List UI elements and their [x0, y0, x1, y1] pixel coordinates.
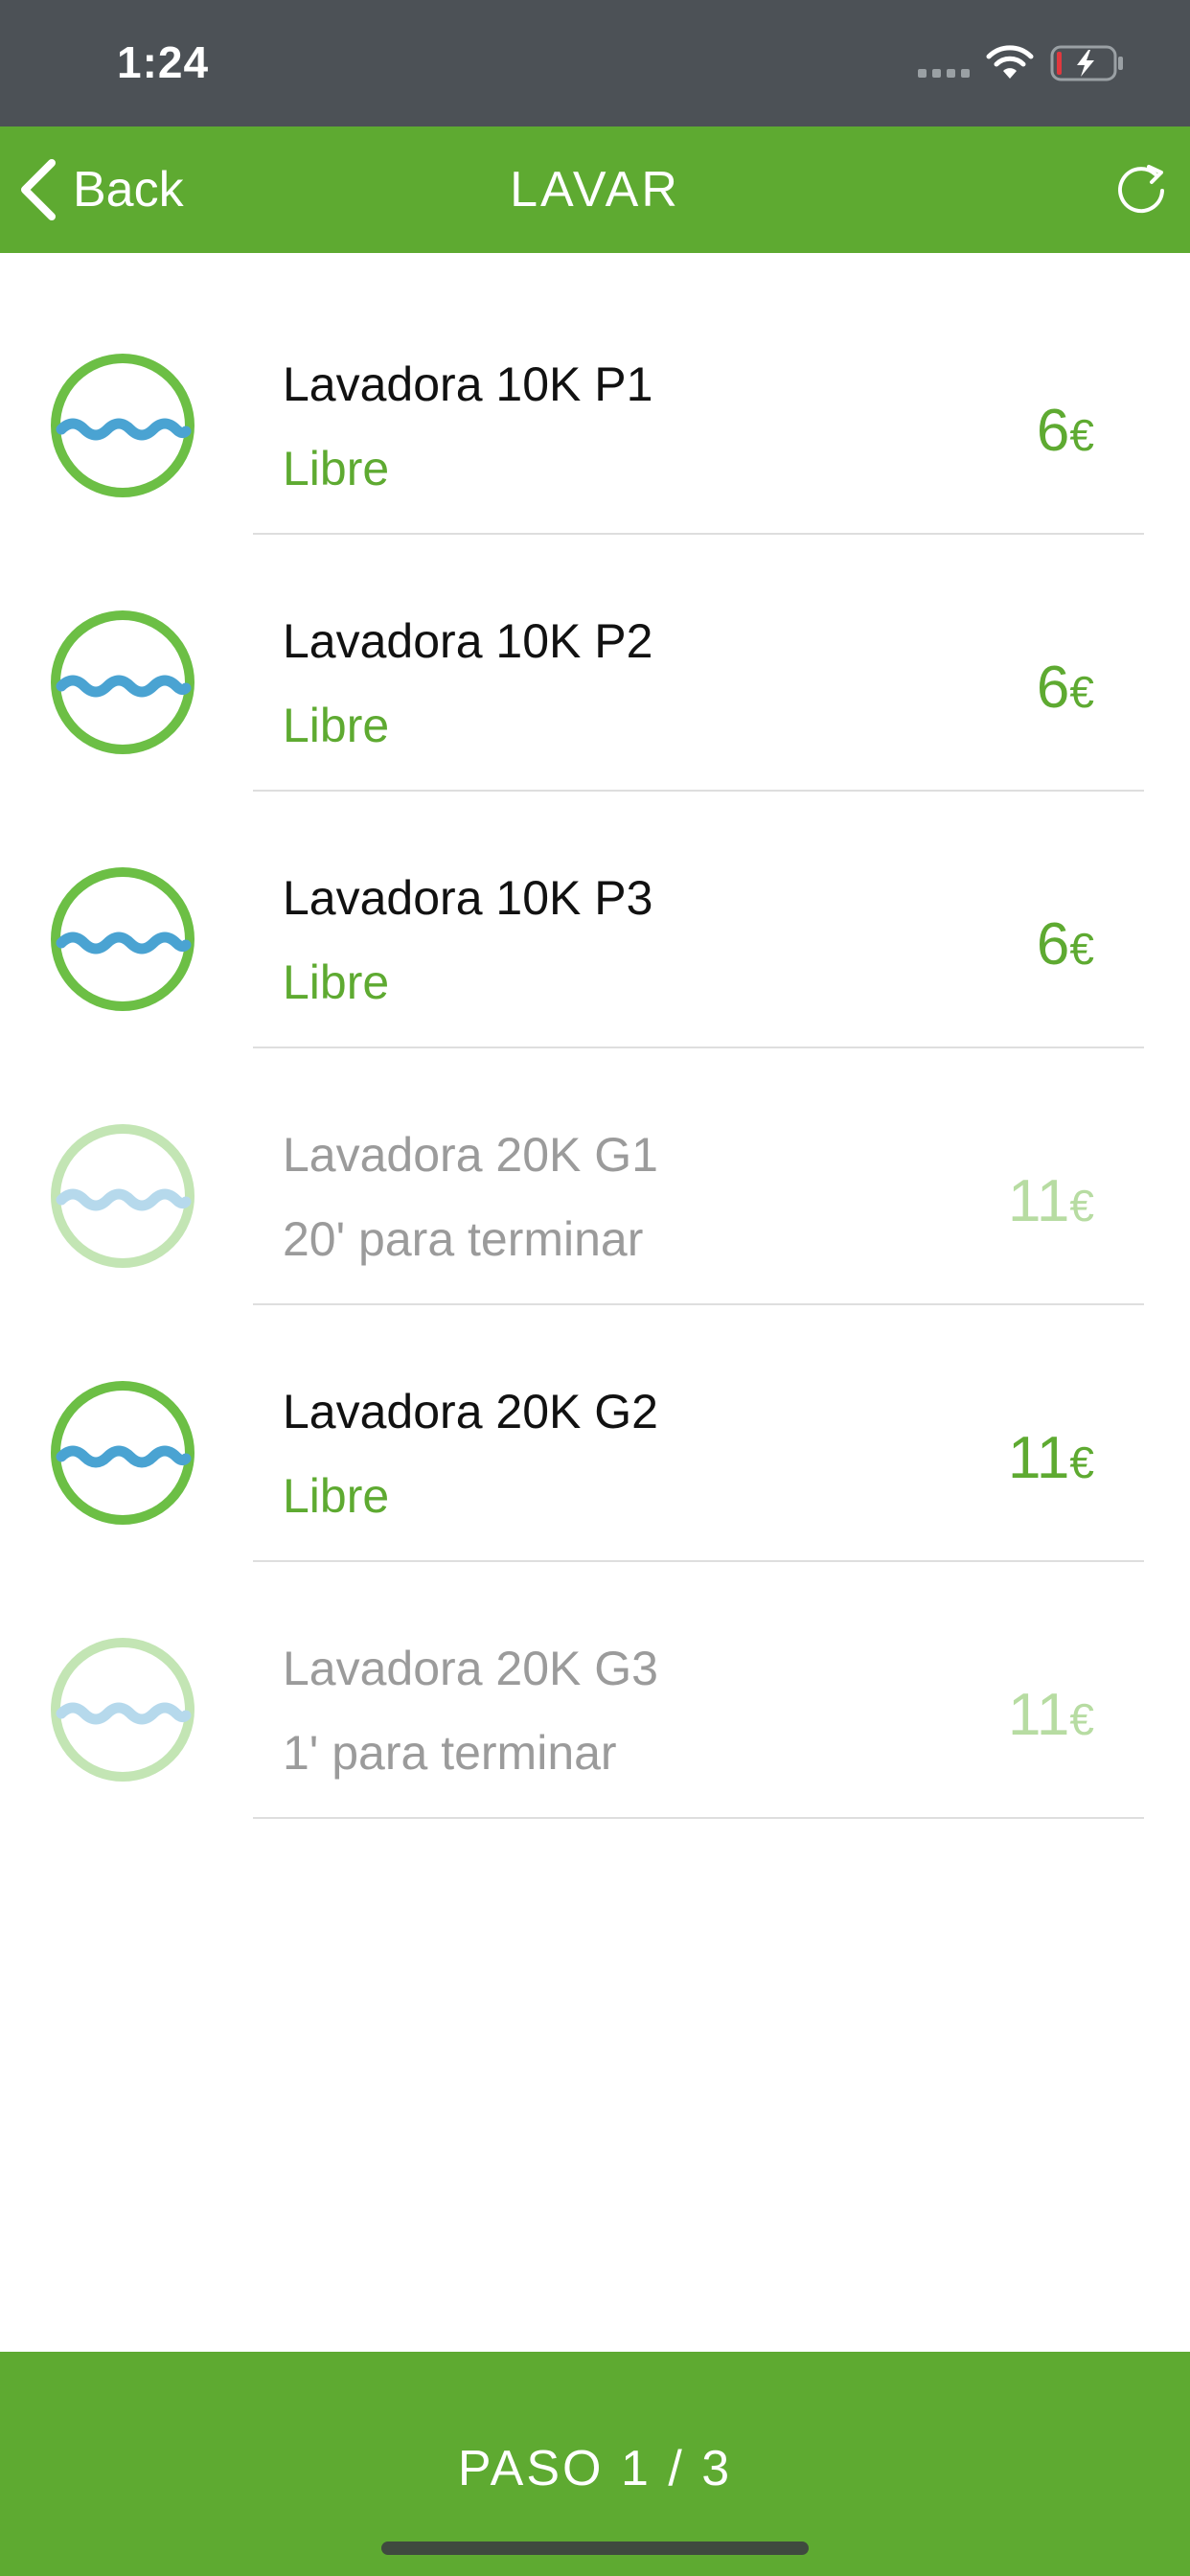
machine-name: Lavadora 20K G3: [283, 1642, 658, 1695]
washing-machine-icon: [51, 1638, 195, 1782]
navigation-bar: Back LAVAR: [0, 126, 1190, 253]
machine-status: Libre: [283, 699, 390, 752]
machine-price: 11€: [1008, 1681, 1094, 1749]
machine-price: 11€: [1008, 1424, 1094, 1492]
price-value: 6: [1036, 911, 1070, 978]
washing-machine-icon: [51, 867, 195, 1011]
currency-symbol: €: [1069, 1694, 1094, 1744]
machine-name: Lavadora 10K P2: [283, 614, 653, 668]
machine-price: 11€: [1008, 1167, 1094, 1235]
machine-status: Libre: [283, 955, 390, 1009]
list-item[interactable]: Lavadora 10K P3 Libre 6€: [0, 767, 1190, 1048]
washing-machine-icon: [51, 610, 195, 754]
machine-name: Lavadora 10K P3: [283, 871, 653, 925]
machine-status: 1' para terminar: [283, 1726, 617, 1780]
list-item[interactable]: Lavadora 20K G2 Libre 11€: [0, 1280, 1190, 1562]
next-step-button[interactable]: PASO 1 / 3: [0, 2352, 1190, 2576]
list-item[interactable]: Lavadora 10K P2 Libre 6€: [0, 510, 1190, 792]
step-label: PASO 1 / 3: [457, 2441, 733, 2496]
currency-symbol: €: [1069, 1438, 1094, 1487]
list-item[interactable]: Lavadora 20K G3 1' para terminar 11€: [0, 1537, 1190, 1819]
price-value: 6: [1036, 655, 1070, 721]
price-value: 11: [1008, 1425, 1070, 1491]
machine-status: Libre: [283, 442, 390, 495]
price-value: 11: [1008, 1682, 1070, 1748]
list-item[interactable]: Lavadora 10K P1 Libre 6€: [0, 253, 1190, 535]
machine-name: Lavadora 20K G1: [283, 1128, 658, 1182]
currency-symbol: €: [1069, 667, 1094, 717]
currency-symbol: €: [1069, 1181, 1094, 1230]
machine-list: Lavadora 10K P1 Libre 6€ Lavadora 10K P2 Lib…: [0, 253, 1190, 1819]
washing-machine-icon: [51, 354, 195, 497]
machine-price: 6€: [1037, 654, 1094, 722]
currency-symbol: €: [1069, 924, 1094, 974]
machine-status: Libre: [283, 1469, 390, 1523]
machine-price: 6€: [1037, 910, 1094, 978]
machine-status: 20' para terminar: [283, 1212, 644, 1266]
washing-machine-icon: [51, 1124, 195, 1268]
page-title: LAVAR: [510, 162, 680, 218]
status-bar: 1:24: [0, 0, 1190, 126]
status-time: 1:24: [117, 37, 210, 87]
price-value: 11: [1008, 1168, 1070, 1234]
cellular-signal-icon: [918, 69, 970, 78]
currency-symbol: €: [1069, 410, 1094, 460]
washing-machine-icon: [51, 1381, 195, 1525]
divider: [253, 1817, 1144, 1819]
home-indicator: [381, 2542, 809, 2555]
refresh-icon[interactable]: [1113, 163, 1169, 218]
wifi-icon: [986, 45, 1034, 79]
price-value: 6: [1036, 398, 1070, 464]
machine-price: 6€: [1037, 397, 1094, 465]
machine-name: Lavadora 10K P1: [283, 357, 653, 411]
machine-name: Lavadora 20K G2: [283, 1385, 658, 1438]
battery-charging-icon: [1050, 45, 1123, 81]
list-item[interactable]: Lavadora 20K G1 20' para terminar 11€: [0, 1024, 1190, 1305]
